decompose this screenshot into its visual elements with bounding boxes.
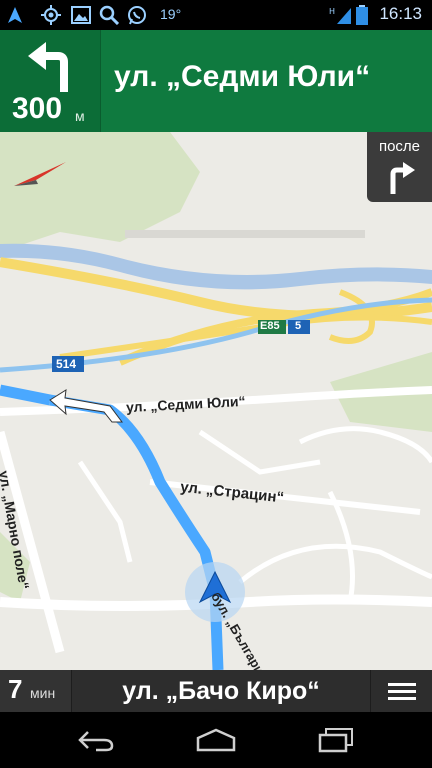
road-label-5: 5 xyxy=(295,320,302,332)
gps-icon xyxy=(40,5,62,25)
whatsapp-icon xyxy=(126,5,148,25)
navigation-arrow-icon xyxy=(6,5,24,25)
street xyxy=(198,429,321,475)
clock: 16:13 xyxy=(379,4,422,23)
current-street-name: ул. „Бачо Киро“ xyxy=(122,676,320,705)
back-icon xyxy=(78,731,114,752)
remaining-time[interactable]: 7 мин xyxy=(0,670,72,712)
signal-icon: H xyxy=(328,5,352,25)
then-turn-panel: после xyxy=(367,132,432,202)
road-label-e85: E85 xyxy=(260,320,280,332)
remaining-time-unit: мин xyxy=(30,685,56,701)
battery-icon xyxy=(354,5,370,25)
recent-apps-icon xyxy=(318,728,353,753)
turn-distance-unit: м xyxy=(75,108,85,124)
menu-icon xyxy=(387,696,416,700)
route-line xyxy=(0,384,52,406)
next-turn-panel[interactable]: 300 м xyxy=(0,30,101,132)
route-line xyxy=(49,394,224,670)
svg-text:H: H xyxy=(329,7,335,16)
road-label-514: 514 xyxy=(56,357,77,371)
remaining-minutes: 7 xyxy=(8,674,23,704)
back-button[interactable] xyxy=(66,724,126,756)
land-area xyxy=(125,230,365,238)
menu-icon xyxy=(387,682,416,686)
home-button[interactable] xyxy=(186,724,246,756)
weather-temperature: 19° xyxy=(160,6,182,22)
map-view[interactable]: E85 5 514 ул. „Седми Юли“ ул. „Страцин“ … xyxy=(0,132,432,670)
then-label: после xyxy=(378,138,421,155)
recent-apps-button[interactable] xyxy=(306,724,366,756)
river xyxy=(0,243,432,290)
menu-button[interactable] xyxy=(370,670,432,712)
navigation-header[interactable]: 300 м ул. „Седми Юли“ xyxy=(0,30,432,132)
gallery-icon xyxy=(70,5,92,25)
trip-info-bar[interactable]: 7 мин ул. „Бачо Киро“ xyxy=(0,670,432,712)
menu-icon xyxy=(387,689,416,693)
turn-distance: 300 xyxy=(12,92,63,125)
street xyxy=(77,460,133,563)
turn-right-icon xyxy=(387,160,415,198)
next-street-name: ул. „Седми Юли“ xyxy=(114,60,371,93)
street xyxy=(238,543,432,584)
system-navigation-bar xyxy=(0,712,432,768)
search-icon xyxy=(98,5,120,25)
status-bar: 19° H 16:13 xyxy=(0,0,432,30)
turn-left-icon xyxy=(26,40,76,96)
street xyxy=(298,426,432,464)
home-icon xyxy=(196,728,236,752)
